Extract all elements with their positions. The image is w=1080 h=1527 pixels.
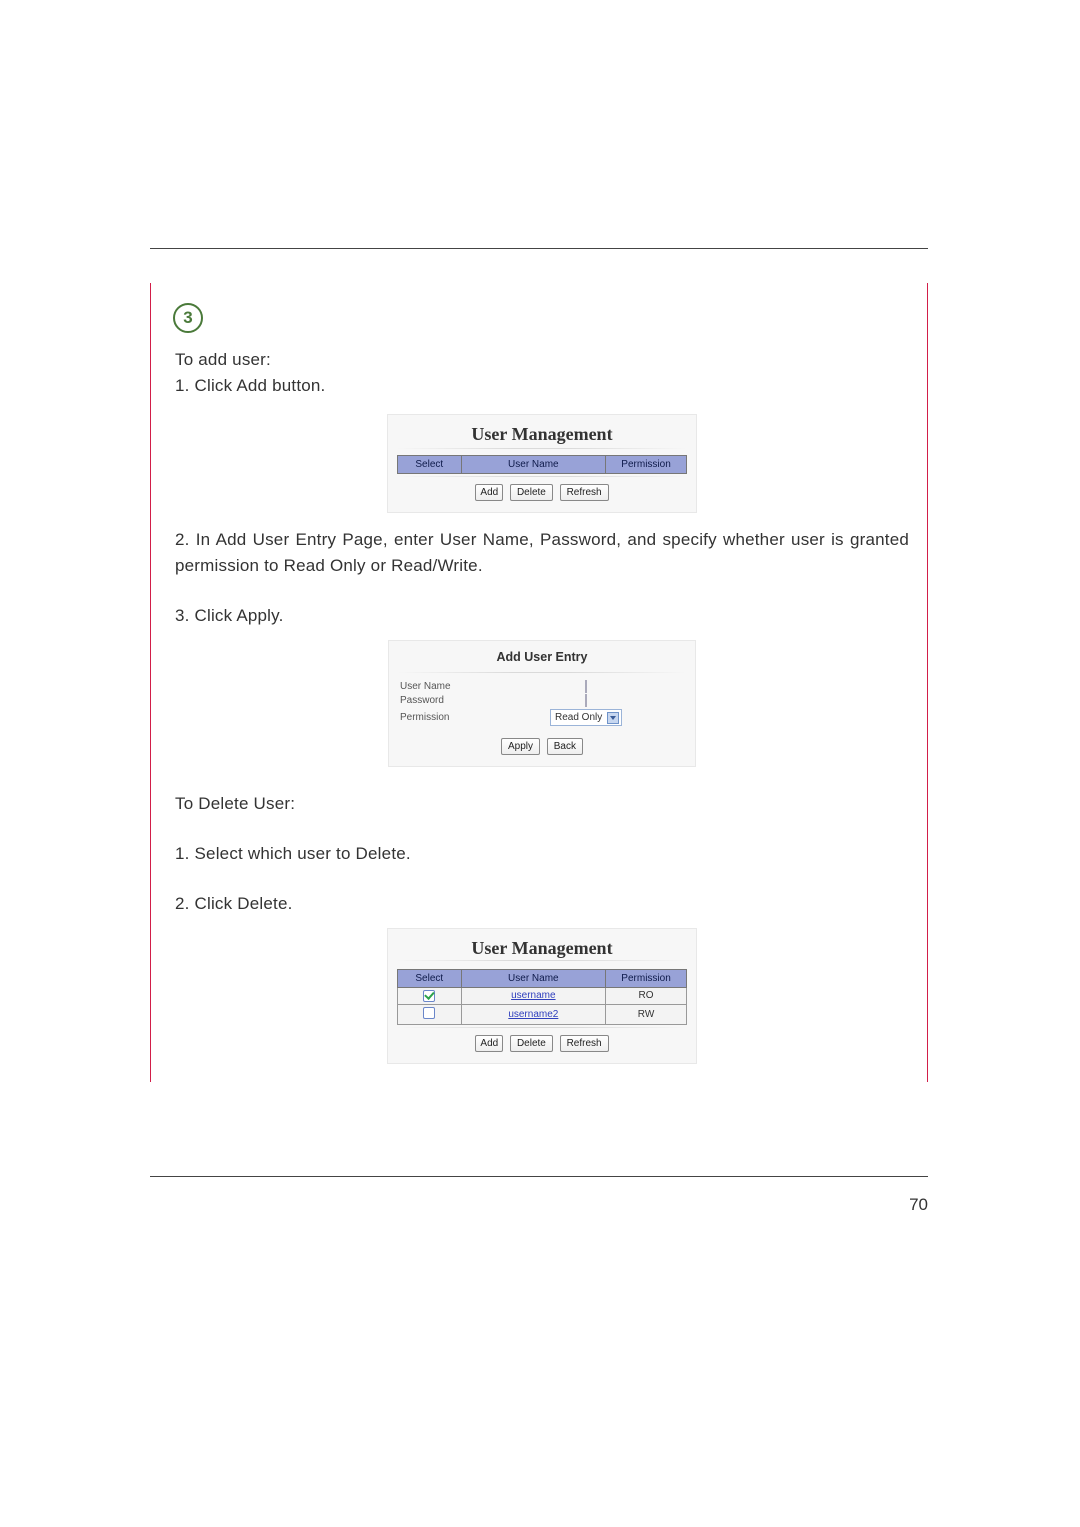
username-link[interactable]: username2 [461, 1004, 606, 1024]
col-permission: Permission [606, 455, 687, 473]
page-content: 3 To add user: 1. Click Add button. User… [150, 248, 928, 1082]
panel2-buttons: Apply Back [398, 734, 686, 755]
add-step-2: 2. In Add User Entry Page, enter User Na… [175, 527, 909, 580]
add-step-1: 1. Click Add button. [175, 373, 909, 399]
step-number: 3 [183, 308, 192, 328]
password-input[interactable] [585, 694, 587, 707]
document-frame: 3 To add user: 1. Click Add button. User… [150, 283, 928, 1082]
divider-bottom [150, 1176, 928, 1177]
chevron-down-icon [610, 716, 616, 720]
username-link[interactable]: username [461, 987, 606, 1004]
back-button[interactable]: Back [547, 738, 583, 755]
panel1-title: User Management [397, 422, 687, 455]
user-mgmt-table-empty: Select User Name Permission [397, 455, 687, 474]
panel3-buttons: Add Delete Refresh [397, 1031, 687, 1052]
panel3-title: User Management [397, 936, 687, 969]
label-username: User Name [400, 681, 488, 692]
permission-select-value: Read Only [555, 712, 602, 723]
col-permission: Permission [606, 969, 687, 987]
table-row: username2 RW [398, 1004, 687, 1024]
permission-cell: RW [606, 1004, 687, 1024]
add-button[interactable]: Add [475, 484, 503, 501]
add-step-3: 3. Click Apply. [175, 603, 909, 629]
col-username: User Name [461, 969, 606, 987]
step-number-badge: 3 [173, 303, 203, 333]
delete-user-heading: To Delete User: [175, 791, 909, 817]
add-user-form: User Name Password Permission Read Only [398, 672, 686, 726]
add-user-heading: To add user: [175, 347, 909, 373]
col-username: User Name [461, 455, 606, 473]
refresh-button[interactable]: Refresh [560, 484, 609, 501]
delete-button[interactable]: Delete [510, 1035, 553, 1052]
table-row: username RO [398, 987, 687, 1004]
col-select: Select [398, 455, 462, 473]
user-mgmt-table: Select User Name Permission username RO [397, 969, 687, 1025]
label-password: Password [400, 695, 488, 706]
add-button[interactable]: Add [475, 1035, 503, 1052]
row-checkbox[interactable] [423, 1007, 435, 1019]
panel-user-management-1: User Management Select User Name Permiss… [387, 414, 697, 513]
delete-step-2: 2. Click Delete. [175, 891, 909, 917]
row-checkbox[interactable] [423, 990, 435, 1002]
permission-cell: RO [606, 987, 687, 1004]
col-select: Select [398, 969, 462, 987]
delete-step-1: 1. Select which user to Delete. [175, 841, 909, 867]
refresh-button[interactable]: Refresh [560, 1035, 609, 1052]
panel-user-management-2: User Management Select User Name Permiss… [387, 928, 697, 1064]
username-input[interactable] [585, 680, 587, 693]
apply-button[interactable]: Apply [501, 738, 540, 755]
label-permission: Permission [400, 712, 488, 723]
page-number: 70 [909, 1195, 928, 1215]
panel1-buttons: Add Delete Refresh [397, 480, 687, 501]
permission-select[interactable]: Read Only [550, 709, 622, 726]
panel-add-user-entry: Add User Entry User Name Password Permis… [388, 640, 696, 767]
panel2-title: Add User Entry [398, 648, 686, 672]
delete-button[interactable]: Delete [510, 484, 553, 501]
